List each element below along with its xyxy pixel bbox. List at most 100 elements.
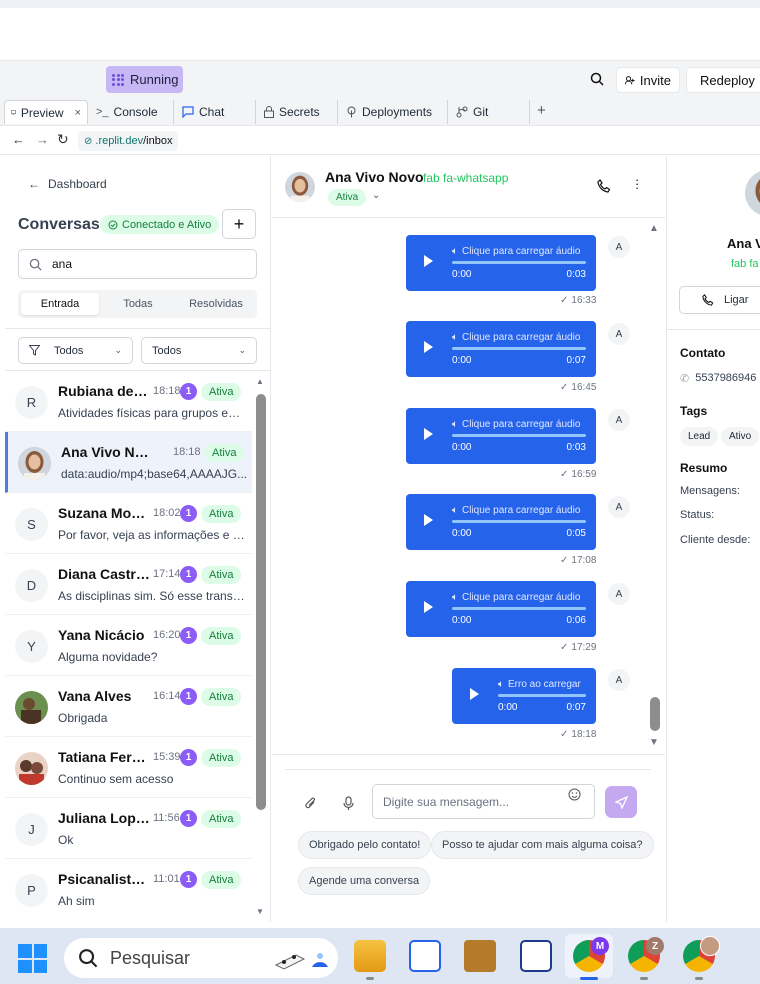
lock-app-icon[interactable] <box>464 940 496 972</box>
conversation-preview: Por favor, veja as informações e c... <box>58 528 246 542</box>
chat-scrollbar-thumb[interactable] <box>650 697 660 731</box>
scroll-down-icon[interactable]: ▼ <box>649 737 659 748</box>
microphone-icon[interactable] <box>343 796 354 811</box>
unread-badge: 1 <box>180 688 197 705</box>
message-input[interactable]: Digite sua mensagem... <box>372 784 595 819</box>
forward-arrow-icon[interactable]: → <box>36 132 49 147</box>
tab-console[interactable]: >_ Console <box>90 100 174 124</box>
chart-app-icon[interactable] <box>409 940 441 972</box>
avatar: Y <box>15 630 48 663</box>
audio-progress-bar[interactable] <box>452 520 586 523</box>
grid-icon <box>112 73 124 86</box>
reload-icon[interactable]: ↻ <box>57 131 69 148</box>
sidebar-scrollbar-thumb[interactable] <box>256 394 266 810</box>
invite-button[interactable]: Invite <box>616 67 680 93</box>
close-icon[interactable]: × <box>75 107 81 119</box>
scroll-up-icon[interactable]: ▲ <box>649 223 659 234</box>
audio-progress-bar[interactable] <box>452 607 586 610</box>
profile-badge: Z <box>646 937 664 955</box>
audio-message-error[interactable]: 🔈︎ Erro ao carregar 0:00 0:07 <box>452 668 596 724</box>
chevron-down-icon[interactable]: ⌄ <box>372 190 380 201</box>
sender-avatar: A <box>608 323 630 345</box>
subtab-entrada[interactable]: Entrada <box>21 293 99 315</box>
play-icon[interactable] <box>424 428 433 440</box>
audio-message[interactable]: 🔈︎ Clique para carregar áudio 0:00 0:03 <box>406 408 596 464</box>
conversation-time: 18:18 <box>173 446 201 458</box>
summary-heading: Resumo <box>680 461 728 475</box>
dashboard-back-link[interactable]: ← Dashboard <box>28 177 107 191</box>
tab-preview[interactable]: Preview × <box>4 100 88 124</box>
conversation-item[interactable]: S Suzana Moura 18:02 1 Ativa Por favor, … <box>5 493 252 554</box>
file-explorer-icon[interactable] <box>354 940 386 972</box>
new-conversation-button[interactable]: + <box>222 209 256 239</box>
tab-secrets[interactable]: Secrets <box>258 100 338 124</box>
url-field[interactable]: ⊘ .replit.dev/inbox <box>78 131 179 151</box>
person-photo-icon <box>18 447 51 480</box>
quick-reply-button[interactable]: Posso te ajudar com mais alguma coisa? <box>431 831 654 859</box>
conversation-item[interactable]: R Rubiana de P... 18:18 1 Ativa Atividad… <box>5 371 252 432</box>
quick-reply-button[interactable]: Agende uma conversa <box>298 867 431 895</box>
scroll-down-icon[interactable]: ▼ <box>256 907 264 916</box>
audio-message[interactable]: 🔈︎ Clique para carregar áudio 0:00 0:06 <box>406 581 596 637</box>
person-photo-icon <box>745 170 760 216</box>
call-button[interactable]: Ligar <box>679 286 760 314</box>
paperclip-icon[interactable] <box>304 796 317 811</box>
scroll-up-icon[interactable]: ▲ <box>256 377 264 386</box>
running-status-button[interactable]: Running <box>106 66 183 93</box>
check-icon: ✓ <box>560 382 569 393</box>
message-time: ✓ 17:08 <box>560 555 597 566</box>
audio-duration: 0:03 <box>566 442 586 453</box>
audio-message[interactable]: 🔈︎ Clique para carregar áudio 0:00 0:05 <box>406 494 596 550</box>
redeploy-button[interactable]: Redeploy <box>686 67 760 93</box>
play-icon[interactable] <box>470 688 479 700</box>
audio-progress-bar[interactable] <box>452 347 586 350</box>
conversation-item[interactable]: Y Yana Nicácio 16:20 1 Ativa Alguma novi… <box>5 615 252 676</box>
filter-select-2[interactable]: Todos ⌄ <box>141 337 257 364</box>
audio-message[interactable]: 🔈︎ Clique para carregar áudio 0:00 0:07 <box>406 321 596 377</box>
divider <box>272 217 665 218</box>
avatar-photo <box>15 691 48 724</box>
check-icon: ✓ <box>560 295 569 306</box>
audio-current-time: 0:00 <box>452 615 472 626</box>
audio-progress-bar[interactable] <box>452 261 586 264</box>
tab-git[interactable]: Git <box>450 100 530 124</box>
conversation-item[interactable]: J Juliana Lopes... 11:56 1 Ativa Ok <box>5 798 252 859</box>
play-icon[interactable] <box>424 341 433 353</box>
url-path: /inbox <box>143 135 173 147</box>
phone-icon[interactable] <box>597 179 611 193</box>
audio-message[interactable]: 🔈︎ Clique para carregar áudio 0:00 0:03 <box>406 235 596 291</box>
audio-label: 🔈︎ Clique para carregar áudio <box>452 246 581 257</box>
audio-progress-bar[interactable] <box>452 434 586 437</box>
send-button[interactable] <box>605 786 637 818</box>
summary-row: Status: <box>680 509 715 521</box>
windows-start-icon[interactable] <box>18 944 47 973</box>
play-icon[interactable] <box>424 255 433 267</box>
audio-progress-bar[interactable] <box>498 694 586 697</box>
conversation-item[interactable]: D Diana Castro ... 17:14 1 Ativa As disc… <box>5 554 252 615</box>
status-badge: Ativa <box>201 627 242 645</box>
more-vertical-icon[interactable]: · · · <box>635 173 639 194</box>
taskbar-search[interactable]: Pesquisar <box>64 938 338 978</box>
play-icon[interactable] <box>424 514 433 526</box>
chat-status-badge[interactable]: Ativa <box>328 189 367 206</box>
conversation-item-selected[interactable]: Ana Vivo Novo 18:18 Ativa data:audio/mp4… <box>5 432 252 493</box>
emoji-icon[interactable] <box>568 788 581 801</box>
contact-heading: Contato <box>680 346 726 360</box>
add-tab-icon[interactable]: + <box>537 102 546 119</box>
tab-deployments[interactable]: Deployments <box>340 100 448 124</box>
subtab-todas[interactable]: Todas <box>100 293 176 315</box>
filter-select-1[interactable]: Todos ⌄ <box>18 337 133 364</box>
terminal-icon: >_ <box>96 106 109 118</box>
conversation-item[interactable]: Vana Alves 16:14 1 Ativa Obrigada <box>5 676 252 737</box>
subtab-resolvidas[interactable]: Resolvidas <box>178 293 254 315</box>
conversation-item[interactable]: P Psicanalista C... 11:01 1 Ativa Ah sim <box>5 859 252 920</box>
conversation-name: Yana Nicácio <box>58 627 145 643</box>
tab-chat[interactable]: Chat <box>176 100 256 124</box>
search-input[interactable]: ana <box>18 249 257 279</box>
search-icon[interactable] <box>590 72 604 86</box>
quick-reply-button[interactable]: Obrigado pelo contato! <box>298 831 432 859</box>
play-icon[interactable] <box>424 601 433 613</box>
back-arrow-icon[interactable]: ← <box>12 132 25 147</box>
conversation-item[interactable]: Tatiana Ferrei... 15:39 1 Ativa Continuo… <box>5 737 252 798</box>
notepad-icon[interactable] <box>520 940 552 972</box>
